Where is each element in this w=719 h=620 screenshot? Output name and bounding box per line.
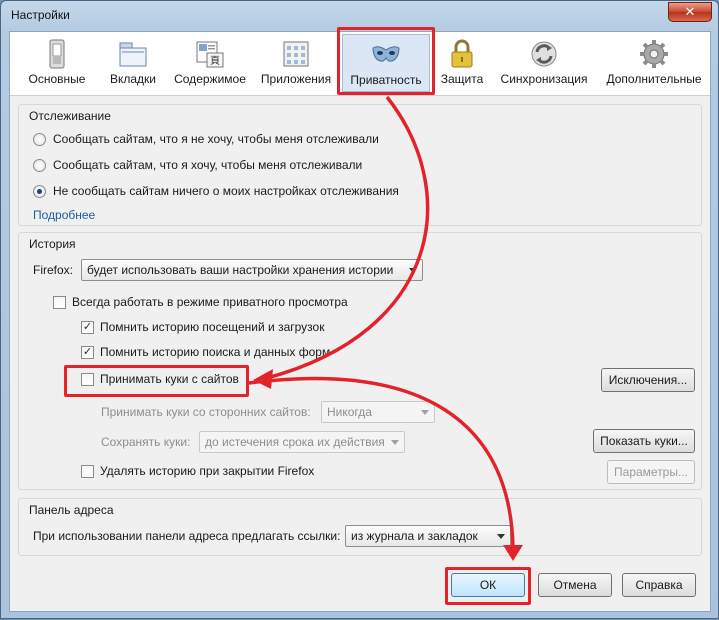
tracking-title: Отслеживание bbox=[29, 109, 111, 123]
chevron-down-icon bbox=[497, 534, 505, 539]
ok-button[interactable]: ОК bbox=[451, 573, 525, 597]
keep-cookies-label: Сохранять куки: bbox=[101, 435, 191, 449]
tab-advanced[interactable]: Дополнительные bbox=[600, 34, 708, 92]
private-mode-label[interactable]: Всегда работать в режиме приватного прос… bbox=[72, 295, 348, 309]
remember-visits-label[interactable]: Помнить историю посещений и загрузок bbox=[100, 320, 324, 334]
learn-more-link[interactable]: Подробнее bbox=[33, 208, 95, 222]
close-button[interactable]: ✕ bbox=[668, 2, 712, 22]
settings-window: Настройки ✕ Основные Вкладки 頁 Содержимо… bbox=[0, 0, 719, 619]
exceptions-button[interactable]: Исключения... bbox=[601, 368, 695, 392]
dialog-client-area: Основные Вкладки 頁 Содержимое Приложения… bbox=[9, 31, 711, 612]
chevron-down-icon bbox=[391, 440, 399, 445]
history-group: История Firefox: будет использовать ваши… bbox=[18, 232, 702, 490]
radio-no-preference-label[interactable]: Не сообщать сайтам ничего о моих настрой… bbox=[53, 184, 399, 198]
history-title: История bbox=[29, 237, 76, 251]
chevron-down-icon bbox=[421, 410, 429, 415]
address-bar-group: Панель адреса При использовании панели а… bbox=[18, 498, 702, 556]
clear-on-close-label[interactable]: Удалять историю при закрытии Firefox bbox=[100, 464, 314, 478]
gear-icon bbox=[640, 40, 668, 68]
settings-toolbar: Основные Вкладки 頁 Содержимое Приложения… bbox=[10, 32, 710, 96]
clear-settings-button[interactable]: Параметры... bbox=[607, 460, 695, 484]
sync-icon bbox=[531, 41, 557, 67]
tab-applications[interactable]: Приложения bbox=[256, 34, 336, 92]
cancel-button[interactable]: Отмена bbox=[538, 573, 612, 597]
radio-allow-track-label[interactable]: Сообщать сайтам, что я хочу, чтобы меня … bbox=[53, 158, 362, 172]
tab-content[interactable]: 頁 Содержимое bbox=[170, 34, 250, 92]
chevron-down-icon bbox=[409, 268, 417, 273]
radio-no-preference[interactable] bbox=[33, 185, 46, 198]
third-party-cookies-label: Принимать куки со сторонних сайтов: bbox=[101, 405, 311, 419]
private-mode-checkbox[interactable] bbox=[53, 296, 66, 309]
window-title: Настройки bbox=[11, 8, 70, 22]
tabs-icon bbox=[119, 42, 147, 67]
radio-do-not-track-label[interactable]: Сообщать сайтам, что я не хочу, чтобы ме… bbox=[53, 132, 379, 146]
help-button[interactable]: Справка bbox=[622, 573, 696, 597]
remember-search-checkbox[interactable]: ✓ bbox=[81, 346, 94, 359]
tab-general[interactable]: Основные bbox=[20, 34, 94, 92]
history-mode-select[interactable]: будет использовать ваши настройки хранен… bbox=[81, 259, 423, 281]
accept-cookies-label[interactable]: Принимать куки с сайтов bbox=[100, 372, 239, 386]
tab-privacy[interactable]: Приватность bbox=[342, 34, 430, 92]
keep-cookies-select[interactable]: до истечения срока их действия bbox=[199, 431, 405, 453]
padlock-icon bbox=[451, 39, 473, 68]
suggest-label: При использовании панели адреса предлага… bbox=[33, 529, 341, 543]
firefox-label: Firefox: bbox=[33, 263, 74, 277]
accept-cookies-checkbox[interactable] bbox=[81, 373, 94, 386]
svg-text:頁: 頁 bbox=[210, 55, 220, 67]
remember-search-label[interactable]: Помнить историю поиска и данных форм bbox=[100, 345, 330, 359]
third-party-cookies-select[interactable]: Никогда bbox=[321, 401, 435, 423]
radio-allow-track[interactable] bbox=[33, 159, 46, 172]
tab-sync[interactable]: Синхронизация bbox=[496, 34, 592, 92]
tab-security[interactable]: Защита bbox=[436, 34, 488, 92]
general-switch-icon bbox=[49, 39, 65, 69]
show-cookies-button[interactable]: Показать куки... bbox=[593, 429, 695, 453]
title-bar[interactable]: Настройки ✕ bbox=[1, 1, 718, 31]
tracking-group: Отслеживание Сообщать сайтам, что я не х… bbox=[18, 104, 702, 226]
suggest-select[interactable]: из журнала и закладок bbox=[345, 525, 511, 547]
mask-icon bbox=[372, 46, 400, 62]
remember-visits-checkbox[interactable]: ✓ bbox=[81, 321, 94, 334]
radio-do-not-track[interactable] bbox=[33, 133, 46, 146]
applications-icon bbox=[283, 41, 309, 67]
content-icon: 頁 bbox=[196, 41, 224, 68]
address-bar-title: Панель адреса bbox=[29, 503, 114, 517]
clear-on-close-checkbox[interactable] bbox=[81, 465, 94, 478]
tab-tabs[interactable]: Вкладки bbox=[98, 34, 168, 92]
